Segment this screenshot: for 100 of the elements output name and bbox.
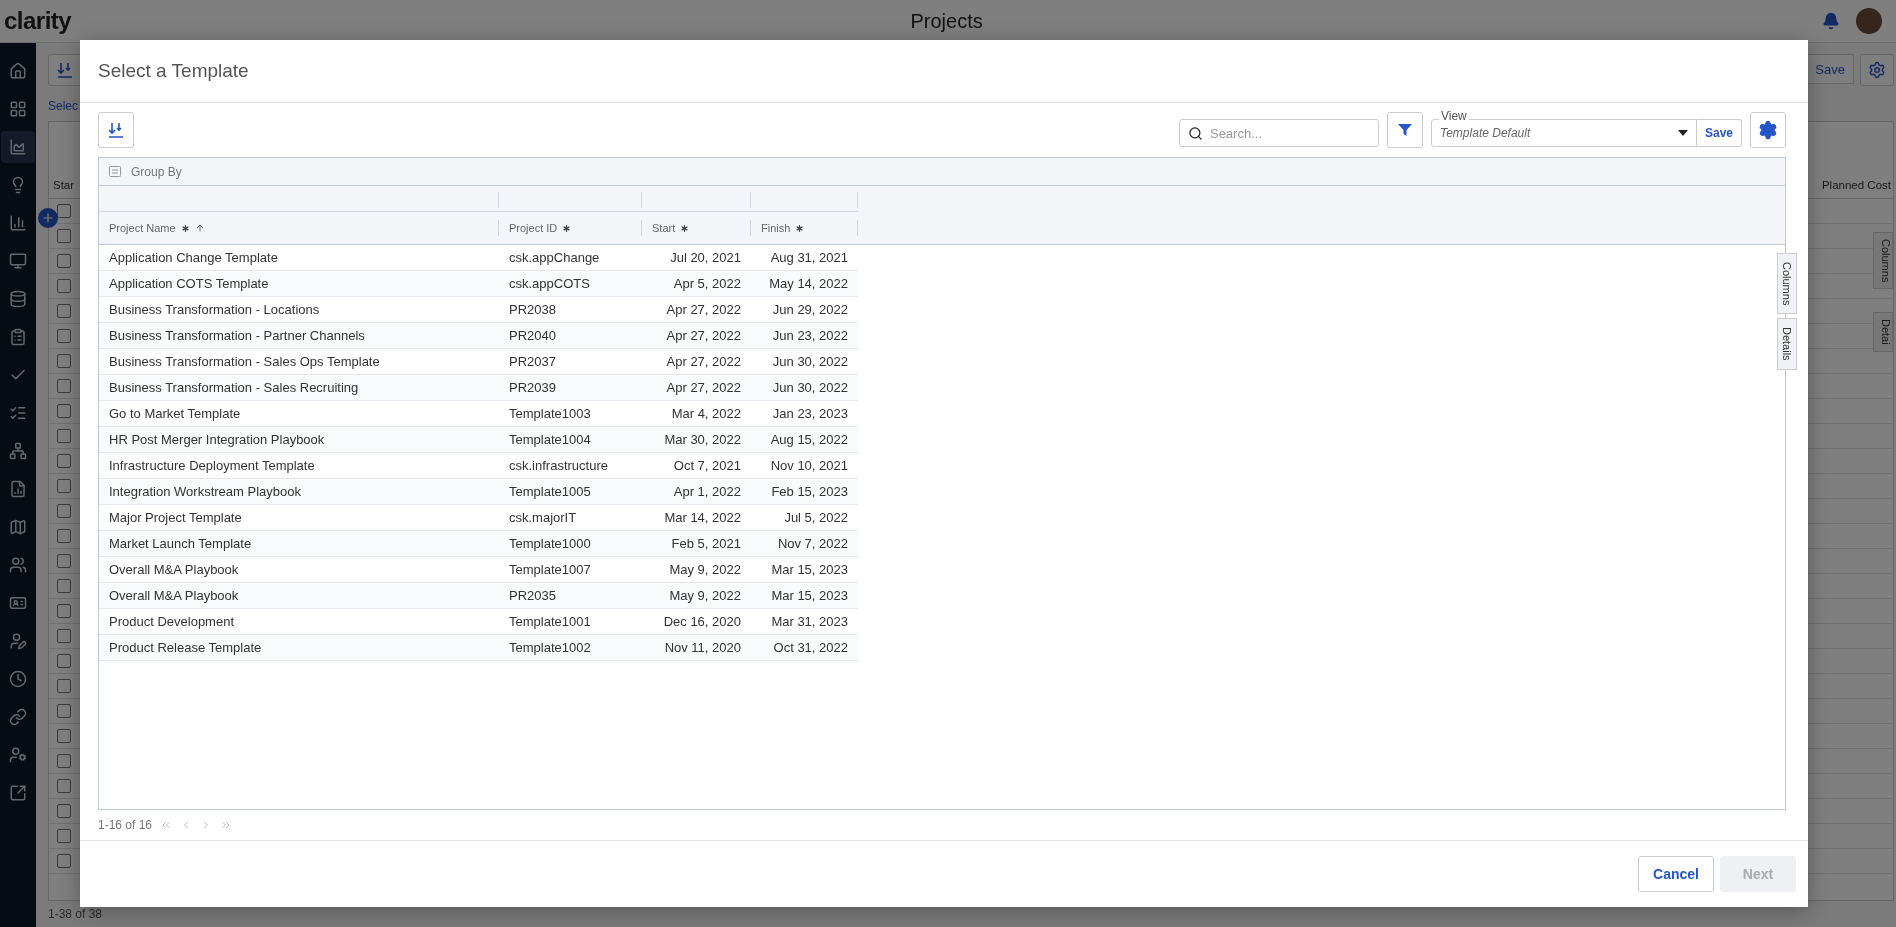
- table-cell-text: Business Transformation - Sales Ops Template: [108, 354, 381, 369]
- table-cell-text: Feb 5, 2021: [670, 536, 742, 551]
- row-checkbox[interactable]: [57, 654, 71, 668]
- table-cell-text: Jun 23, 2022: [771, 328, 849, 343]
- column-header[interactable]: Finish: [761, 222, 791, 234]
- column-header: Planned Cost: [1821, 179, 1891, 191]
- row-checkbox[interactable]: [57, 554, 71, 568]
- table-cell-text: Go to Market Template: [108, 406, 242, 421]
- dialog-title: Select a Template: [98, 60, 249, 82]
- download-button[interactable]: [48, 54, 82, 86]
- row-checkbox[interactable]: [57, 204, 71, 218]
- table-cell-text: Template1005: [508, 484, 592, 499]
- side-tab[interactable]: Detai: [1873, 312, 1893, 352]
- row-checkbox[interactable]: [57, 829, 71, 843]
- table-cell-text: HR Post Merger Integration Playbook: [108, 432, 326, 447]
- column-header[interactable]: Start: [652, 222, 676, 234]
- side-tab[interactable]: Columns: [1777, 253, 1797, 315]
- settings-button[interactable]: [1860, 54, 1894, 86]
- table-cell-text: PR2038: [508, 302, 557, 317]
- row-checkbox[interactable]: [57, 854, 71, 868]
- row-checkbox[interactable]: [57, 304, 71, 318]
- save-button[interactable]: Save: [1806, 54, 1854, 84]
- table-cell-text: Feb 15, 2023: [770, 484, 849, 499]
- row-checkbox[interactable]: [57, 579, 71, 593]
- table-cell-text: Nov 7, 2022: [776, 536, 849, 551]
- table-cell-text: csk.infrastructure: [508, 458, 609, 473]
- table-cell-text: Application COTS Template: [108, 276, 270, 291]
- side-tab[interactable]: Columns: [1873, 232, 1893, 290]
- link-icon: [9, 708, 27, 726]
- notification-bell-icon[interactable]: [1822, 12, 1840, 30]
- row-checkbox[interactable]: [57, 329, 71, 343]
- clarity-logo: clarity: [4, 7, 72, 35]
- view-label: View: [1438, 109, 1469, 123]
- table-cell-text: Apr 27, 2022: [665, 380, 742, 395]
- row-checkbox[interactable]: [57, 629, 71, 643]
- table-cell-text: Oct 31, 2022: [772, 640, 849, 655]
- sort-arrow-icon[interactable]: [194, 223, 205, 233]
- sidebar-item[interactable]: [1, 131, 35, 163]
- column-header[interactable]: Project Name: [109, 222, 176, 234]
- side-tab[interactable]: Details: [1777, 318, 1797, 371]
- row-checkbox[interactable]: [57, 404, 71, 418]
- filter-button[interactable]: [1386, 112, 1423, 148]
- column-header[interactable]: Project ID: [509, 222, 558, 234]
- table-cell-text: PR2039: [508, 380, 557, 395]
- table-cell-text: Major Project Template: [108, 510, 243, 525]
- table-cell-text: Apr 5, 2022: [672, 276, 742, 291]
- table-cell-text: Template1002: [508, 640, 592, 655]
- table-cell-text: May 9, 2022: [668, 562, 742, 577]
- table-cell-text: Template1007: [508, 562, 592, 577]
- table-cell-text: PR2040: [508, 328, 557, 343]
- row-checkbox[interactable]: [57, 704, 71, 718]
- group-by-bar[interactable]: Group By: [99, 158, 1785, 186]
- map-icon: [9, 518, 27, 536]
- row-checkbox[interactable]: [57, 254, 71, 268]
- table-cell-text: Integration Workstream Playbook: [108, 484, 302, 499]
- table-cell-text: May 9, 2022: [668, 588, 742, 603]
- table-cell-text: Nov 11, 2020: [663, 640, 742, 655]
- row-checkbox[interactable]: [57, 379, 71, 393]
- row-checkbox[interactable]: [57, 754, 71, 768]
- table-cell-text: Template1004: [508, 432, 592, 447]
- view-select[interactable]: Template Default: [1430, 119, 1697, 147]
- row-checkbox[interactable]: [57, 529, 71, 543]
- row-checkbox[interactable]: [57, 504, 71, 518]
- row-checkbox[interactable]: [57, 604, 71, 618]
- table-cell-text: Apr 27, 2022: [665, 354, 742, 369]
- table-cell-text: Jul 20, 2021: [669, 250, 742, 265]
- row-checkbox[interactable]: [57, 779, 71, 793]
- table-cell-text: Template1001: [508, 614, 592, 629]
- row-checkbox[interactable]: [57, 429, 71, 443]
- table-cell-text: Mar 31, 2023: [770, 614, 849, 629]
- table-cell-text: Aug 31, 2021: [769, 250, 849, 265]
- search-field[interactable]: Search...: [1178, 119, 1379, 147]
- table-cell-text: PR2037: [508, 354, 557, 369]
- table-cell-text: Application Change Template: [108, 250, 279, 265]
- grid-icon: [9, 100, 27, 118]
- download-icon: [107, 121, 125, 139]
- table-cell-text: Jan 23, 2023: [771, 406, 849, 421]
- user-avatar[interactable]: [1856, 8, 1882, 34]
- row-checkbox[interactable]: [57, 279, 71, 293]
- page-title: Projects: [909, 9, 984, 33]
- row-checkbox[interactable]: [57, 729, 71, 743]
- table-cell-text: Business Transformation - Partner Channels: [108, 328, 366, 343]
- row-checkbox[interactable]: [57, 354, 71, 368]
- table-cell-text: PR2035: [508, 588, 557, 603]
- save-view-button[interactable]: Save: [1696, 119, 1742, 147]
- row-checkbox[interactable]: [57, 679, 71, 693]
- table-cell-text: Jun 30, 2022: [771, 354, 849, 369]
- table-cell-text: Aug 15, 2022: [769, 432, 849, 447]
- users-icon: [9, 556, 27, 574]
- settings-button[interactable]: [1750, 112, 1786, 148]
- row-checkbox[interactable]: [57, 479, 71, 493]
- row-checkbox[interactable]: [57, 804, 71, 818]
- dialog-button[interactable]: Cancel: [1638, 856, 1714, 892]
- table-cell-text: Jun 29, 2022: [771, 302, 849, 317]
- settings-icon: [1868, 61, 1886, 79]
- first-page-icon[interactable]: [160, 819, 173, 831]
- row-checkbox[interactable]: [57, 454, 71, 468]
- clipboard-icon: [9, 328, 27, 346]
- row-checkbox[interactable]: [57, 229, 71, 243]
- pager-text: 1-16 of 16: [98, 818, 153, 832]
